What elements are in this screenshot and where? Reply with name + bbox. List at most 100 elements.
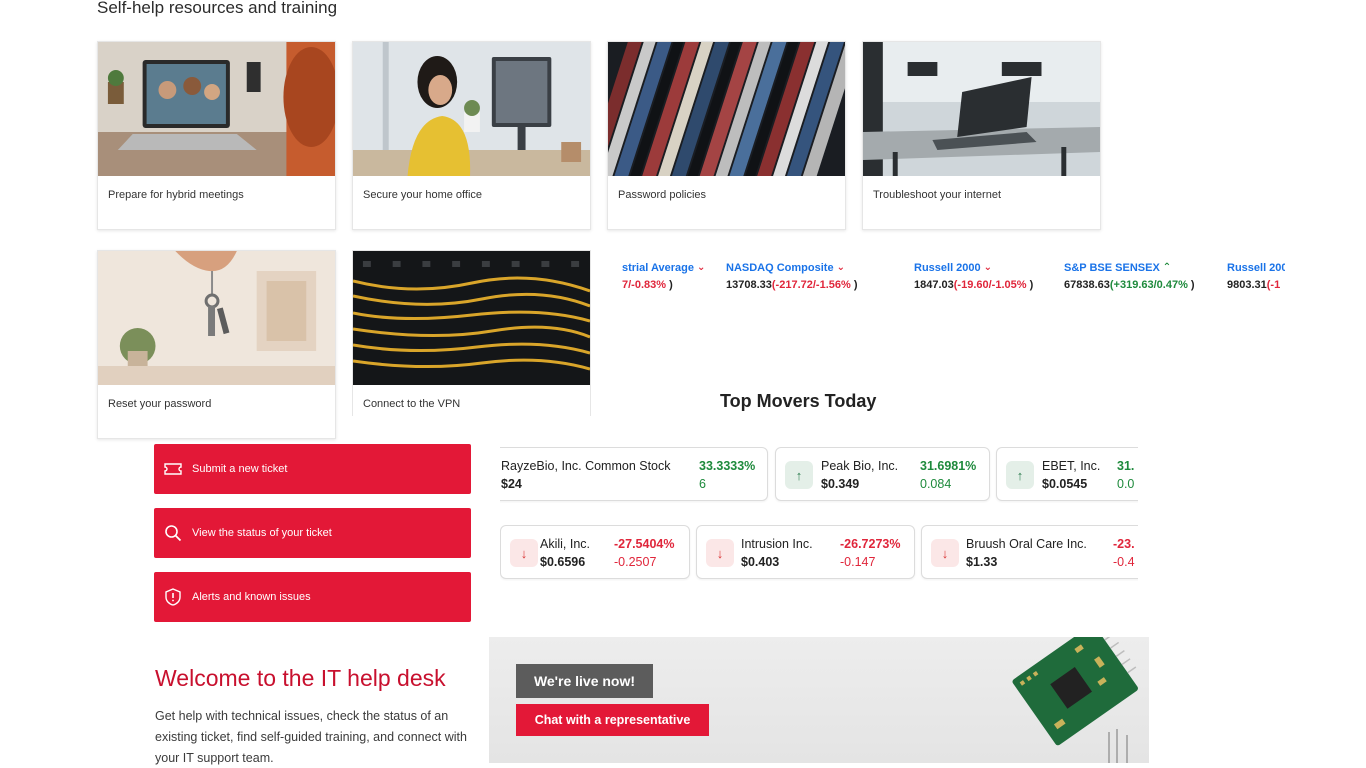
ticker-value: 13708.33 [726,279,772,291]
card-label: Reset your password [108,398,212,410]
live-chat-banner: We're live now! Chat with a representati… [489,637,1149,763]
mover-change: -0.4 [1113,555,1135,569]
mover-price: $0.403 [741,555,780,569]
mover-name: Akili, Inc. [540,537,591,551]
card-image [608,42,845,176]
chat-representative-button[interactable]: Chat with a representative [516,704,709,736]
ticker-name: strial Average [622,262,694,274]
movers-gainers-row: RayzeBio, Inc. Common Stock $24 33.3333%… [500,447,1138,503]
card-image [98,251,335,385]
arrow-up-icon: ↑ [1006,461,1034,489]
arrow-down-icon: ↓ [510,539,538,567]
arrow-down-icon: ↓ [931,539,959,567]
card-label: Connect to the VPN [363,398,461,410]
shield-alert-icon [164,588,182,606]
live-now-tag: We're live now! [516,664,653,698]
mover-name: Peak Bio, Inc. [821,459,899,473]
mover-card[interactable]: ↑ Peak Bio, Inc. $0.349 31.6981% 0.084 [775,447,990,501]
chevron-up-icon: ⌃ [1162,262,1172,273]
card-image [98,42,335,176]
alerts-known-issues-button[interactable]: Alerts and known issues [154,572,471,622]
card-label: Secure your home office [363,189,483,201]
ticker-suffix: ) [1187,279,1195,291]
mover-name: Bruush Oral Care Inc. [966,537,1087,551]
mover-percent: -23. [1113,537,1135,551]
ticker-value: 67838.63 [1064,279,1110,291]
mover-percent: 31. [1117,459,1135,473]
mover-name: EBET, Inc. [1042,459,1101,473]
arrow-down-icon: ↓ [706,539,734,567]
mover-card[interactable]: ↓ Intrusion Inc. $0.403 -26.7273% -0.147 [696,525,915,579]
card-label: Troubleshoot your internet [873,189,1001,201]
mover-card[interactable]: RayzeBio, Inc. Common Stock $24 33.3333%… [500,447,768,501]
mover-change: 0.084 [920,477,952,491]
card-image [353,251,590,385]
chevron-down-icon: ⌄ [696,262,706,273]
circuit-board-image [1012,637,1138,763]
welcome-description: Get help with technical issues, check th… [155,709,467,765]
ticker-name: NASDAQ Composite [726,262,834,274]
ticker-change: (-19.60/-1.05% [953,279,1027,291]
ticker-item[interactable]: Russell 200 9803.31(-1 [1227,262,1285,291]
mover-change: 6 [699,477,706,491]
mover-percent: -27.5404% [614,537,675,551]
action-label: View the status of your ticket [192,527,332,539]
ticker-change: 7/-0.83% [622,279,667,291]
search-icon [164,524,182,542]
card-password-policies[interactable]: Password policies [607,41,846,230]
mover-price: $0.0545 [1042,477,1088,491]
mover-change: -0.147 [840,555,876,569]
market-ticker: strial Average ⌄ 7/-0.83% ) NASDAQ Compos… [622,262,1285,298]
mover-name: Intrusion Inc. [741,537,813,551]
submit-ticket-button[interactable]: Submit a new ticket [154,444,471,494]
top-movers-title: Top Movers Today [720,391,877,411]
card-home-office[interactable]: Secure your home office [352,41,591,230]
mover-percent: 31.6981% [920,459,977,473]
ticker-item[interactable]: strial Average ⌄ 7/-0.83% ) [622,262,705,291]
mover-percent: -26.7273% [840,537,901,551]
ticker-name: Russell 2000 [914,262,981,274]
ticker-change: (-1 [1266,279,1281,291]
card-label: Prepare for hybrid meetings [108,189,244,201]
mover-price: $0.349 [821,477,860,491]
ticker-name: Russell 200 [1227,262,1285,274]
chevron-down-icon: ⌄ [983,262,993,273]
ticker-suffix: ) [666,279,673,291]
ticker-suffix: ) [850,279,858,291]
ticker-value: 1847.03 [914,279,954,291]
view-ticket-status-button[interactable]: View the status of your ticket [154,508,471,558]
card-image [353,42,590,176]
mover-price: $0.6596 [540,555,586,569]
movers-losers-row: ↓ Akili, Inc. $0.6596 -27.5404% -0.2507 … [500,525,1138,581]
mover-percent: 33.3333% [699,459,756,473]
card-image [863,42,1100,176]
action-label: Alerts and known issues [192,591,311,603]
ticker-name: S&P BSE SENSEX [1064,262,1160,274]
action-label: Submit a new ticket [192,463,288,475]
mover-card[interactable]: ↓ Akili, Inc. $0.6596 -27.5404% -0.2507 [500,525,690,579]
ticker-item[interactable]: Russell 2000 ⌄ 1847.03(-19.60/-1.05% ) [914,262,1033,291]
mover-change: -0.2507 [614,555,657,569]
ticker-item[interactable]: NASDAQ Composite ⌄ 13708.33(-217.72/-1.56… [726,262,858,291]
mover-name: RayzeBio, Inc. Common Stock [501,459,671,473]
card-reset-password[interactable]: Reset your password [97,250,336,439]
welcome-title: Welcome to the IT help desk [155,665,446,691]
ticket-icon [164,460,182,478]
page: Self-help resources and training Prepare… [0,0,1366,768]
ticker-item[interactable]: S&P BSE SENSEX ⌃ 67838.63(+319.63/0.47% ) [1064,262,1195,291]
mover-change: 0.0 [1117,477,1135,491]
ticker-suffix: ) [1026,279,1034,291]
arrow-up-icon: ↑ [785,461,813,489]
card-connect-vpn[interactable]: Connect to the VPN [352,250,591,416]
section-title: Self-help resources and training [97,0,338,17]
card-hybrid-meetings[interactable]: Prepare for hybrid meetings [97,41,336,230]
ticker-value: 9803.31 [1227,279,1267,291]
card-troubleshoot-internet[interactable]: Troubleshoot your internet [862,41,1101,230]
mover-price: $1.33 [966,555,998,569]
mover-card[interactable]: ↑ EBET, Inc. $0.0545 31. 0.0 [996,447,1138,501]
ticker-change: (-217.72/-1.56% [771,279,851,291]
mover-card[interactable]: ↓ Bruush Oral Care Inc. $1.33 -23. -0.4 [921,525,1138,579]
mover-price: $24 [501,477,522,491]
ticker-change: (+319.63/0.47% [1109,279,1188,291]
chevron-down-icon: ⌄ [836,262,845,273]
